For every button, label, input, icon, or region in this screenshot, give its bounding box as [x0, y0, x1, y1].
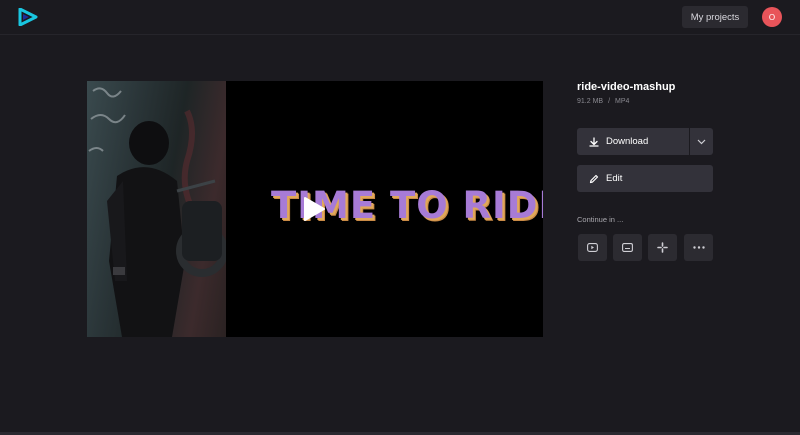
- video-preview[interactable]: TIME TO RIDE: [87, 81, 543, 337]
- edit-button[interactable]: Edit: [577, 165, 713, 192]
- continue-youtube-button[interactable]: [578, 234, 607, 261]
- edit-label: Edit: [606, 173, 623, 184]
- download-label: Download: [606, 136, 649, 147]
- rider-photo: [87, 81, 226, 337]
- play-icon[interactable]: [302, 196, 326, 222]
- continue-slack-button[interactable]: [648, 234, 677, 261]
- more-icon: [692, 246, 705, 249]
- project-meta: 91.2 MB / MP4: [577, 98, 629, 105]
- download-icon: [589, 136, 599, 147]
- play-logo-icon[interactable]: [18, 8, 38, 26]
- avatar[interactable]: O: [762, 7, 782, 27]
- file-size: 91.2 MB: [577, 98, 604, 105]
- slack-icon: [657, 242, 668, 253]
- chevron-down-icon: [697, 139, 706, 144]
- download-button[interactable]: Download: [577, 128, 689, 155]
- project-name: ride-video-mashup: [577, 81, 676, 93]
- meta-separator: /: [608, 98, 611, 105]
- pencil-icon: [589, 174, 599, 184]
- more-options-button[interactable]: [684, 234, 713, 261]
- tv-icon: [622, 243, 633, 252]
- top-bar: My projects O: [0, 0, 800, 35]
- my-projects-button[interactable]: My projects: [682, 6, 748, 28]
- continue-tv-button[interactable]: [613, 234, 642, 261]
- file-format: MP4: [615, 98, 630, 105]
- download-options-button[interactable]: [690, 128, 713, 155]
- youtube-icon: [587, 243, 598, 252]
- continue-in-label: Continue in ...: [577, 215, 624, 224]
